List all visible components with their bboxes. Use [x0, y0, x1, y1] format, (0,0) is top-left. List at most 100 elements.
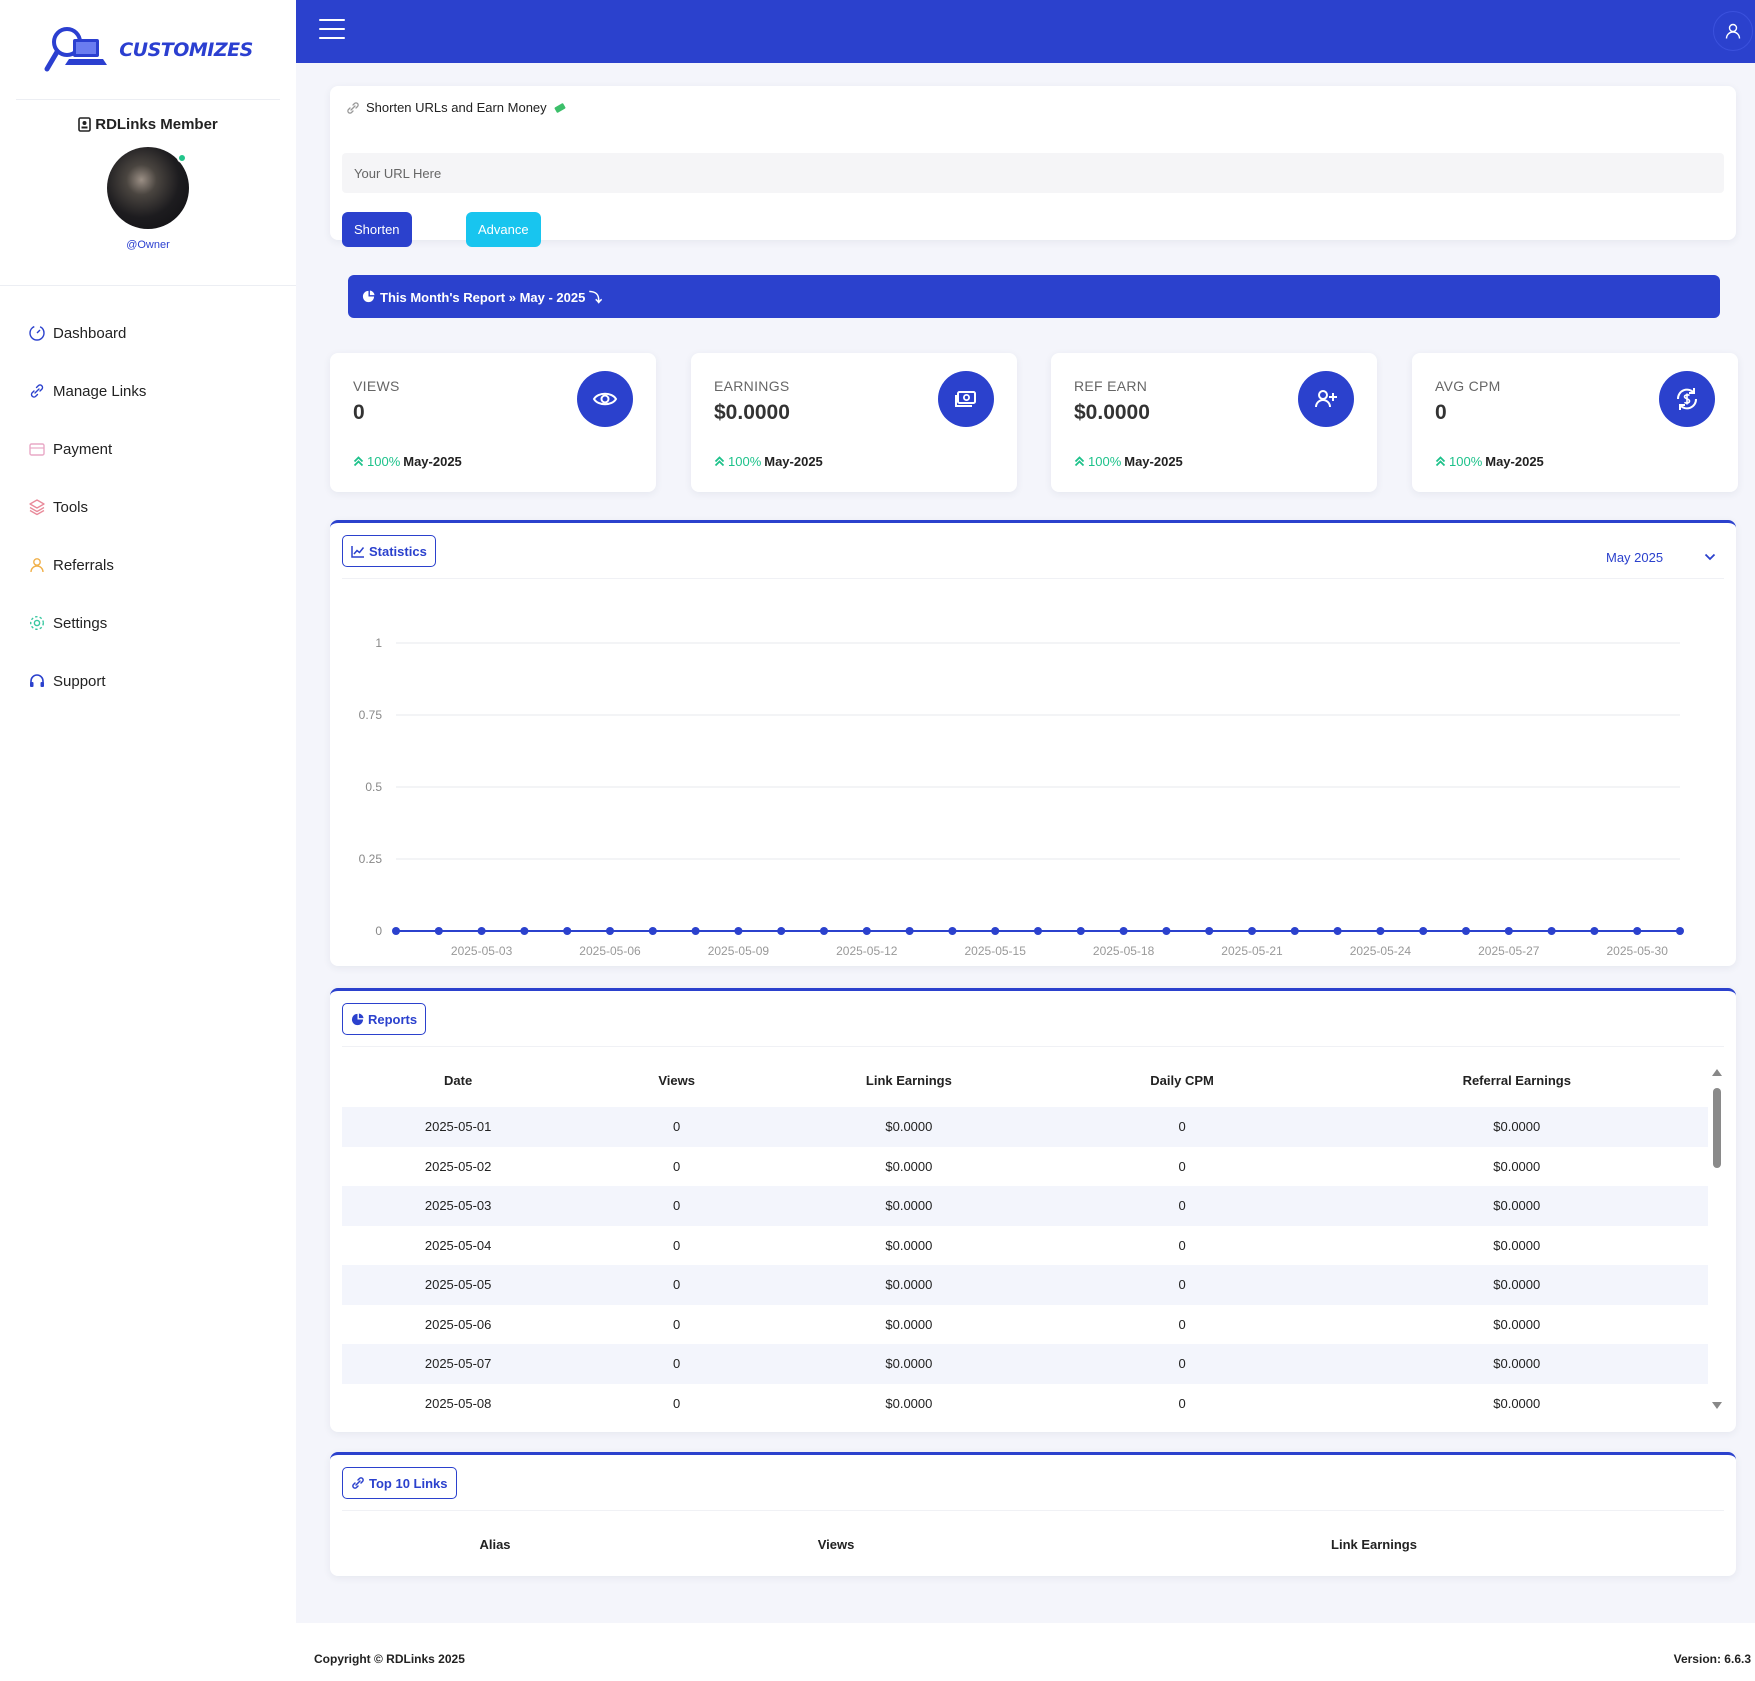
table-cell: $0.0000 — [885, 1237, 933, 1253]
x-tick-label: 2025-05-12 — [836, 944, 898, 958]
user-handle: @Owner — [126, 239, 170, 251]
data-point[interactable] — [1504, 927, 1513, 935]
hamburger-line — [319, 19, 345, 21]
table-cell: $0.0000 — [1325, 1186, 1708, 1226]
data-point[interactable] — [1205, 927, 1214, 935]
data-point[interactable] — [820, 927, 828, 935]
month-select[interactable]: May 2025 — [1592, 543, 1722, 571]
user-menu-button[interactable] — [1713, 11, 1753, 51]
table-cell: $0.0000 — [1325, 1107, 1708, 1147]
column-header-views[interactable]: Views — [574, 1053, 779, 1107]
sidebar-item-dashboard[interactable]: Dashboard — [0, 304, 296, 362]
stat-label: REF EARN — [1074, 378, 1148, 394]
data-point[interactable] — [691, 927, 700, 935]
stat-label: VIEWS — [353, 378, 400, 394]
data-point[interactable] — [434, 927, 443, 935]
gear-icon — [28, 614, 46, 632]
data-point[interactable] — [563, 927, 572, 935]
table-cell: $0.0000 — [1493, 1158, 1541, 1174]
table-cell: 0 — [574, 1186, 780, 1226]
member-title-text: RDLinks Member — [95, 116, 218, 133]
data-point[interactable] — [1076, 927, 1085, 935]
online-status-dot — [177, 153, 187, 163]
data-point[interactable] — [606, 927, 614, 935]
data-point[interactable] — [777, 927, 786, 935]
menu-toggle-button[interactable] — [319, 19, 345, 41]
x-tick-label: 2025-05-27 — [1478, 944, 1540, 958]
sidebar-item-manage-links[interactable]: Manage Links — [0, 362, 296, 420]
column-header-link-earnings[interactable]: Link Earnings — [1024, 1537, 1724, 1552]
data-point[interactable] — [1333, 927, 1342, 935]
sidebar-item-tools[interactable]: Tools — [0, 478, 296, 536]
top-links-tab[interactable]: Top 10 Links — [342, 1467, 457, 1499]
data-point[interactable] — [991, 927, 1000, 935]
table-cell: $0.0000 — [885, 1395, 933, 1411]
sidebar-item-support[interactable]: Support — [0, 652, 296, 710]
double-chevron-up-icon — [714, 456, 725, 467]
x-tick-label: 2025-05-09 — [708, 944, 770, 958]
sidebar-item-settings[interactable]: Settings — [0, 594, 296, 652]
data-point[interactable] — [392, 927, 400, 935]
sidebar-item-referrals[interactable]: Referrals — [0, 536, 296, 594]
data-point[interactable] — [1290, 927, 1299, 935]
url-input[interactable] — [342, 153, 1724, 193]
data-point[interactable] — [1376, 927, 1385, 935]
scroll-down-arrow-icon[interactable] — [1712, 1402, 1722, 1409]
sidebar-item-payment[interactable]: Payment — [0, 420, 296, 478]
money-icon — [955, 391, 976, 407]
profile-panel: RDLinks Member @Owner — [0, 100, 296, 286]
table-row: 2025-05-08 0 $0.0000 0 $0.0000 — [342, 1384, 1708, 1424]
footer: Copyright © RDLinks 2025 Version: 6.6.3 — [296, 1623, 1755, 1681]
main-content: Shorten URLs and Earn Money Shorten Adva… — [296, 63, 1755, 1623]
stat-period: May-2025 — [1124, 454, 1183, 469]
data-point[interactable] — [1162, 927, 1171, 935]
reports-table-scroll[interactable]: Date Views Link Earnings Daily CPM Refer… — [342, 1053, 1708, 1423]
data-point[interactable] — [477, 927, 486, 935]
table-cell: 2025-05-08 — [424, 1395, 492, 1411]
data-point[interactable] — [948, 927, 957, 935]
double-chevron-up-icon — [1435, 456, 1446, 467]
data-point[interactable] — [1633, 927, 1642, 935]
stat-card-earnings: EARNINGS $0.0000 100% May-2025 — [691, 353, 1017, 492]
statistics-line-chart: 0 0.25 0.5 0.75 1 2025-05-03 2025-05-06 2025-05… — [359, 636, 1684, 958]
shorten-button[interactable]: Shorten — [342, 212, 412, 247]
table-row: 2025-05-05 0 $0.0000 0 $0.0000 — [342, 1265, 1708, 1305]
data-point[interactable] — [905, 927, 914, 935]
column-header-link-earnings[interactable]: Link Earnings — [779, 1053, 1039, 1107]
scroll-up-arrow-icon[interactable] — [1712, 1069, 1722, 1076]
data-point[interactable] — [1547, 927, 1556, 935]
column-header-daily-cpm[interactable]: Daily CPM — [1039, 1053, 1326, 1107]
avatar-wrap[interactable] — [107, 147, 189, 229]
data-point[interactable] — [1676, 927, 1684, 935]
user-icon — [1725, 23, 1741, 39]
data-point[interactable] — [1462, 927, 1470, 935]
data-point[interactable] — [1590, 927, 1599, 935]
column-header-date[interactable]: Date — [342, 1053, 574, 1107]
table-cell: $0.0000 — [779, 1265, 1039, 1305]
data-point[interactable] — [862, 927, 871, 935]
table-header-row: Date Views Link Earnings Daily CPM Refer… — [342, 1053, 1708, 1107]
data-point[interactable] — [1034, 927, 1042, 935]
stat-change: 100% May-2025 — [353, 454, 462, 469]
reports-tab[interactable]: Reports — [342, 1003, 427, 1035]
data-point[interactable] — [1119, 927, 1128, 935]
column-header-views[interactable]: Views — [648, 1537, 1024, 1552]
y-tick-label: 1 — [375, 636, 382, 650]
column-header-referral-earnings[interactable]: Referral Earnings — [1326, 1053, 1709, 1107]
stat-icon-circle — [577, 371, 633, 427]
data-point[interactable] — [520, 927, 529, 935]
scrollbar-thumb[interactable] — [1713, 1088, 1721, 1168]
data-point[interactable] — [1419, 927, 1428, 935]
advance-button[interactable]: Advance — [466, 212, 541, 247]
data-point[interactable] — [734, 927, 743, 935]
data-point[interactable] — [648, 927, 657, 935]
brand-logo[interactable]: CUSTOMIZES — [16, 0, 280, 100]
reports-scrollbar[interactable] — [1712, 1069, 1722, 1409]
sidebar-item-label: Referrals — [53, 556, 114, 574]
data-point[interactable] — [1248, 927, 1256, 935]
table-cell: 0 — [673, 1316, 681, 1332]
table-cell: $0.0000 — [779, 1344, 1039, 1384]
column-header-alias[interactable]: Alias — [342, 1537, 648, 1552]
statistics-tab[interactable]: Statistics — [342, 535, 436, 567]
reports-card: Reports Date Views Link Earnings Daily C… — [330, 988, 1736, 1432]
